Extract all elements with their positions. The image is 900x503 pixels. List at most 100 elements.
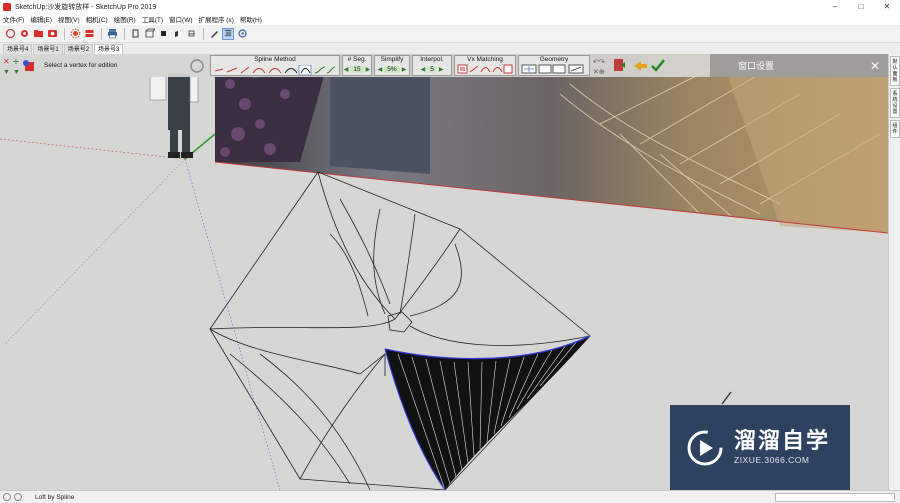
segments-value[interactable]: 15: [350, 66, 364, 73]
refresh-icon[interactable]: [188, 57, 206, 75]
camera-icon[interactable]: [46, 28, 58, 40]
outliner-icon[interactable]: [222, 27, 234, 40]
simplify-label: Simplify: [380, 56, 404, 63]
tray-tab[interactable]: 组件: [890, 120, 900, 138]
top-view-icon[interactable]: [143, 28, 155, 40]
background-photo: [214, 54, 888, 234]
back-view-icon[interactable]: [157, 28, 169, 40]
tray-tab[interactable]: 默认面板: [890, 56, 900, 86]
scene-tab[interactable]: 场景号2: [63, 44, 94, 54]
front-view-icon[interactable]: [129, 28, 141, 40]
play-logo-icon: [687, 430, 723, 466]
increase-arrow-icon[interactable]: ▶: [439, 66, 444, 73]
vertex-matching-label: Vx Matching: [467, 56, 503, 63]
measurements-box[interactable]: [775, 493, 895, 502]
watermark-url: ZIXUE.3066.COM: [734, 455, 810, 465]
status-message: Loft by Spline: [35, 493, 75, 501]
sketchup-logo-icon: [3, 2, 11, 11]
decrease-arrow-icon[interactable]: ◀: [344, 66, 349, 73]
scene-tab-active[interactable]: 场景号3: [94, 44, 124, 54]
main-toolbar: [0, 25, 900, 43]
close-exit-icon[interactable]: ✕ ▼: [2, 56, 12, 76]
svg-text:✛: ✛: [13, 58, 19, 66]
geometry-icons[interactable]: [521, 64, 587, 74]
menu-draw[interactable]: 绘图(R): [114, 14, 136, 24]
interpolation-value[interactable]: 5: [427, 66, 437, 73]
loft-toolbar-left: ✕ ▼ ✛ ▼ Select a vertex for edition: [0, 54, 188, 77]
lasso-select-icon[interactable]: [4, 28, 16, 40]
menu-file[interactable]: 文件(F): [3, 14, 24, 24]
toolbar-separator: [203, 27, 204, 40]
geometry-label: Geometry: [539, 56, 569, 63]
vertex-edit-icon[interactable]: [22, 59, 36, 73]
spline-method-buttons[interactable]: [213, 64, 337, 75]
credits-icon[interactable]: [14, 493, 22, 501]
toolbar-separator: [124, 27, 125, 40]
menu-camera[interactable]: 相机(C): [86, 14, 108, 24]
window-settings-header: 窗口设置 ✕: [710, 54, 888, 77]
folder-icon[interactable]: [32, 28, 44, 40]
svg-text:▼: ▼: [3, 69, 10, 76]
right-tray: 默认面板 系统设置 组件: [888, 54, 900, 490]
apply-actions-icon[interactable]: [610, 56, 670, 76]
svg-text:↶↷: ↶↷: [593, 59, 605, 66]
left-view-icon[interactable]: [171, 28, 183, 40]
menu-edit[interactable]: 编辑(E): [30, 14, 52, 24]
vertex-matching-icons[interactable]: [457, 64, 513, 74]
simplify-group: Simplify ◀ 5% ▶: [374, 55, 410, 76]
maximize-button[interactable]: □: [848, 0, 874, 13]
loft-wireframe: [209, 171, 591, 490]
segments-label: # Seg.: [347, 56, 367, 63]
increase-arrow-icon[interactable]: ▶: [366, 66, 371, 73]
watermark-title: 溜溜自学: [734, 428, 831, 453]
status-icons: [3, 493, 25, 501]
spline-method-label: Spline Method: [254, 56, 296, 63]
scene-tabs: 场景号4 场景号1 场景号2 场景号3: [0, 43, 900, 54]
menu-extensions[interactable]: 扩展程序 (x): [199, 14, 234, 24]
layers-icon[interactable]: [83, 28, 95, 40]
increase-arrow-icon[interactable]: ▶: [402, 66, 407, 73]
watermark: 溜溜自学 ZIXUE.3066.COM: [670, 405, 850, 491]
scene-tab[interactable]: 场景号4: [3, 44, 33, 54]
simplify-value[interactable]: 5%: [384, 66, 400, 73]
interpolation-label: Interpol.: [420, 56, 444, 63]
window-settings-label[interactable]: 窗口设置: [738, 59, 774, 72]
segments-group: # Seg. ◀ 15 ▶: [342, 55, 372, 76]
scene-tab[interactable]: 场景号1: [33, 44, 63, 54]
menu-tools[interactable]: 工具(T): [142, 14, 163, 24]
tray-tab[interactable]: 系统设置: [890, 88, 900, 118]
minimize-button[interactable]: –: [822, 0, 848, 13]
scale-figure: [149, 73, 199, 158]
svg-text:✕: ✕: [3, 57, 10, 66]
geo-location-icon[interactable]: [3, 493, 11, 501]
spline-method-group: Spline Method: [210, 55, 340, 76]
menu-window[interactable]: 窗口(W): [169, 14, 192, 24]
settings-icon[interactable]: [236, 28, 248, 40]
arrows-icon[interactable]: ↶↷ ✕⊕: [592, 56, 610, 76]
decrease-arrow-icon[interactable]: ◀: [421, 66, 426, 73]
geometry-group: Geometry: [518, 55, 590, 76]
window-settings-close-button[interactable]: ✕: [870, 59, 880, 73]
gear-tool-icon[interactable]: [18, 28, 30, 40]
pencil-icon[interactable]: [208, 28, 220, 40]
interpolation-group: Interpol. ◀ 5 ▶: [412, 55, 452, 76]
selected-loft-surface: [384, 335, 591, 490]
close-button[interactable]: ✕: [874, 0, 900, 13]
menu-bar: 文件(F) 编辑(E) 视图(V) 相机(C) 绘图(R) 工具(T) 窗口(W…: [0, 13, 900, 25]
window-controls: – □ ✕: [822, 0, 900, 13]
spline-curve-icons[interactable]: [213, 64, 337, 75]
title-bar: SketchUp:沙发旋转放样 - SketchUp Pro 2019 – □ …: [0, 0, 900, 13]
menu-view[interactable]: 视图(V): [58, 14, 80, 24]
toolbar-separator: [64, 27, 65, 40]
decrease-arrow-icon[interactable]: ◀: [378, 66, 383, 73]
pencil-cursor-icon: [721, 391, 732, 405]
window-title: SketchUp:沙发旋转放样 - SketchUp Pro 2019: [15, 3, 157, 11]
axis-guides: [0, 133, 281, 490]
nav-arrows-icon[interactable]: ✛ ▼: [12, 56, 22, 76]
vertex-matching-group: Vx Matching: [454, 55, 516, 76]
toolbar-separator: [101, 27, 102, 40]
menu-help[interactable]: 帮助(H): [240, 14, 262, 24]
print-icon[interactable]: [106, 28, 118, 40]
right-view-icon[interactable]: [185, 28, 197, 40]
sun-icon[interactable]: [69, 28, 81, 40]
